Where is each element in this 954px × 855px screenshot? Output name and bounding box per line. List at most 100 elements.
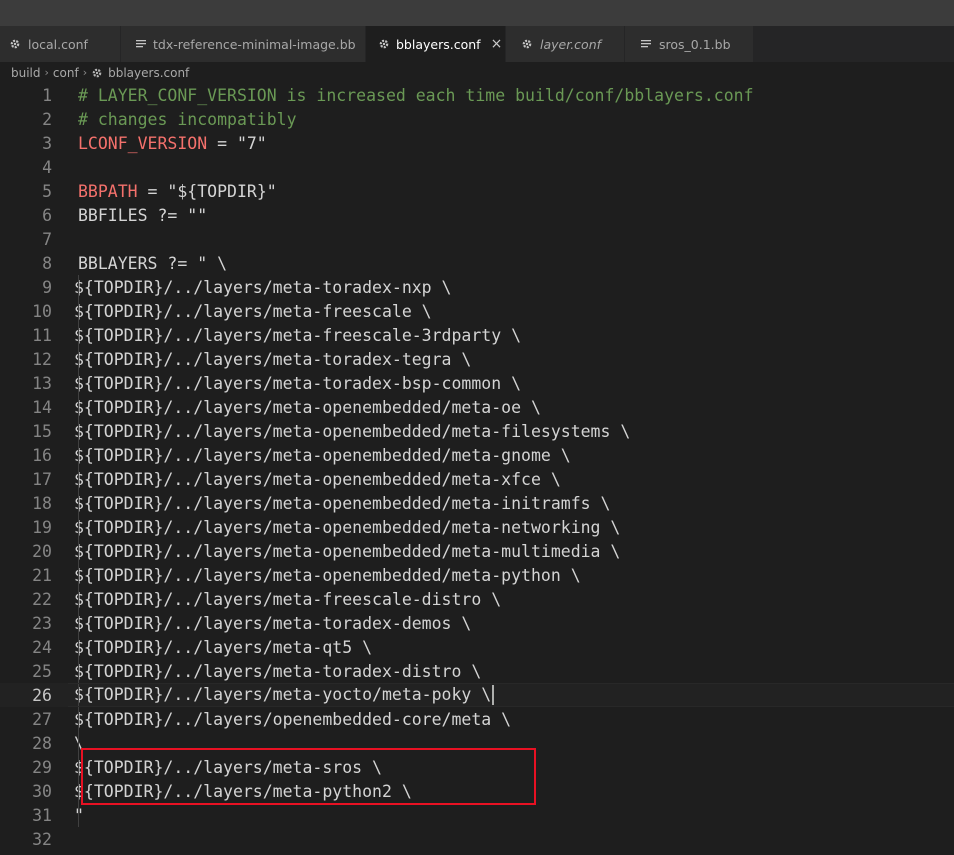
chevron-right-icon: › <box>44 66 49 79</box>
code-text: ${TOPDIR}/../layers/meta-openembedded/me… <box>74 470 561 489</box>
code-text: ${TOPDIR}/../layers/meta-openembedded/me… <box>74 518 620 537</box>
indent-guide <box>78 731 79 755</box>
breadcrumb-file[interactable]: bblayers.conf <box>108 66 189 80</box>
tab-label: bblayers.conf <box>396 36 481 52</box>
line-number: 21 <box>32 565 52 585</box>
code-line[interactable]: 9 ${TOPDIR}/../layers/meta-toradex-nxp \ <box>0 275 954 299</box>
code-text: ${TOPDIR}/../layers/meta-toradex-bsp-com… <box>74 374 521 393</box>
code-line[interactable]: 13 ${TOPDIR}/../layers/meta-toradex-bsp-c… <box>0 371 954 395</box>
breadcrumb-build[interactable]: build <box>11 66 41 80</box>
line-number: 5 <box>42 181 52 201</box>
line-number: 27 <box>32 709 52 729</box>
indent-guide <box>78 443 79 467</box>
code-line[interactable]: 6 BBFILES ?= "" <box>0 203 954 227</box>
tab-tdx-reference-minimal-image[interactable]: tdx-reference-minimal-image.bb <box>121 26 366 62</box>
lines-icon <box>639 37 653 51</box>
code-line[interactable]: 14 ${TOPDIR}/../layers/meta-openembedded/… <box>0 395 954 419</box>
code-line[interactable]: 4 <box>0 155 954 179</box>
text-cursor <box>492 685 495 706</box>
line-number: 15 <box>32 421 52 441</box>
tab-sros-bb[interactable]: sros_0.1.bb <box>625 26 754 62</box>
line-number: 20 <box>32 541 52 561</box>
line-number: 26 <box>32 685 52 705</box>
indent-guide <box>78 299 79 323</box>
code-line[interactable]: 25 ${TOPDIR}/../layers/meta-toradex-distr… <box>0 659 954 683</box>
code-line[interactable]: 32 <box>0 827 954 851</box>
code-line[interactable]: 27 ${TOPDIR}/../layers/openembedded-core/… <box>0 707 954 731</box>
breadcrumb-conf[interactable]: conf <box>53 66 79 80</box>
code-line[interactable]: 12 ${TOPDIR}/../layers/meta-toradex-tegra… <box>0 347 954 371</box>
gear-icon <box>8 37 22 51</box>
code-token: ${TOPDIR}/../layers/meta-openembedded/me… <box>74 493 611 513</box>
gear-icon <box>520 37 534 51</box>
code-line[interactable]: 22 ${TOPDIR}/../layers/meta-freescale-dis… <box>0 587 954 611</box>
code-text: ${TOPDIR}/../layers/meta-freescale-distr… <box>74 590 501 609</box>
indent-guide <box>78 323 79 347</box>
code-line[interactable]: 20 ${TOPDIR}/../layers/meta-openembedded/… <box>0 539 954 563</box>
code-line[interactable]: 1 # LAYER_CONF_VERSION is increased each … <box>0 83 954 107</box>
code-line[interactable]: 31" <box>0 803 954 827</box>
line-number: 13 <box>32 373 52 393</box>
line-number: 11 <box>32 325 52 345</box>
code-text: ${TOPDIR}/../layers/meta-openembedded/me… <box>74 566 581 585</box>
code-line[interactable]: 30 ${TOPDIR}/../layers/meta-python2 \ <box>0 779 954 803</box>
code-text: BBFILES ?= "" <box>78 206 207 225</box>
comment-text: # changes incompatibly <box>78 109 297 129</box>
code-text: ${TOPDIR}/../layers/meta-openembedded/me… <box>74 398 541 417</box>
gear-icon <box>91 67 103 79</box>
line-number: 18 <box>32 493 52 513</box>
code-line[interactable]: 28\ <box>0 731 954 755</box>
indent-guide <box>78 563 79 587</box>
indent-guide <box>78 683 79 707</box>
code-line[interactable]: 17 ${TOPDIR}/../layers/meta-openembedded/… <box>0 467 954 491</box>
indent-guide <box>78 779 79 803</box>
code-token: ${TOPDIR}/../layers/meta-openembedded/me… <box>74 541 621 561</box>
line-number: 29 <box>32 757 52 777</box>
code-editor[interactable]: 1 # LAYER_CONF_VERSION is increased each … <box>0 83 954 855</box>
line-number: 12 <box>32 349 52 369</box>
tab-layer-conf[interactable]: layer.conf <box>506 26 625 62</box>
code-token: ${TOPDIR}/../layers/meta-freescale-distr… <box>74 589 502 609</box>
tab-label: tdx-reference-minimal-image.bb <box>153 36 356 52</box>
code-token: ${TOPDIR}/../layers/meta-openembedded/me… <box>74 469 561 489</box>
code-text: LCONF_VERSION = "7" <box>78 134 267 153</box>
code-line[interactable]: 29 ${TOPDIR}/../layers/meta-sros \ <box>0 755 954 779</box>
indent-guide <box>78 419 79 443</box>
code-text: ${TOPDIR}/../layers/meta-freescale \ <box>74 302 432 321</box>
code-line[interactable]: 15 ${TOPDIR}/../layers/meta-openembedded/… <box>0 419 954 443</box>
code-line[interactable]: 2 # changes incompatibly <box>0 107 954 131</box>
code-line[interactable]: 19 ${TOPDIR}/../layers/meta-openembedded/… <box>0 515 954 539</box>
code-line[interactable]: 21 ${TOPDIR}/../layers/meta-openembedded/… <box>0 563 954 587</box>
line-number: 8 <box>42 253 52 273</box>
code-line[interactable]: 26 ${TOPDIR}/../layers/meta-yocto/meta-po… <box>0 683 954 707</box>
window-title-bar <box>0 0 954 26</box>
indent-guide <box>78 347 79 371</box>
lines-icon <box>135 37 147 51</box>
indent-guide <box>78 539 79 563</box>
close-icon[interactable]: × <box>491 36 503 52</box>
code-line[interactable]: 8 BBLAYERS ?= " \ <box>0 251 954 275</box>
line-number: 19 <box>32 517 52 537</box>
line-number: 2 <box>42 109 52 129</box>
code-text: ${TOPDIR}/../layers/meta-openembedded/me… <box>74 422 630 441</box>
code-token: ${TOPDIR}/../layers/openembedded-core/me… <box>74 709 512 729</box>
code-line[interactable]: 18 ${TOPDIR}/../layers/meta-openembedded/… <box>0 491 954 515</box>
code-line[interactable]: 24 ${TOPDIR}/../layers/meta-qt5 \ <box>0 635 954 659</box>
line-number: 31 <box>32 805 52 825</box>
code-line[interactable]: 11 ${TOPDIR}/../layers/meta-freescale-3rd… <box>0 323 954 347</box>
code-line[interactable]: 23 ${TOPDIR}/../layers/meta-toradex-demos… <box>0 611 954 635</box>
tab-bblayers-conf[interactable]: bblayers.conf × <box>366 26 506 62</box>
code-line[interactable]: 5 BBPATH = "${TOPDIR}" <box>0 179 954 203</box>
code-line[interactable]: 7 <box>0 227 954 251</box>
line-number: 25 <box>32 661 52 681</box>
indent-guide <box>78 515 79 539</box>
code-token: ${TOPDIR}/../layers/meta-sros \ <box>74 757 382 777</box>
code-token: ${TOPDIR}/../layers/meta-yocto/meta-poky… <box>74 684 492 704</box>
code-text: ${TOPDIR}/../layers/meta-qt5 \ <box>74 638 372 657</box>
code-line[interactable]: 3 LCONF_VERSION = "7" <box>0 131 954 155</box>
code-line[interactable]: 10 ${TOPDIR}/../layers/meta-freescale \ <box>0 299 954 323</box>
code-text: ${TOPDIR}/../layers/meta-openembedded/me… <box>74 494 610 513</box>
tab-local-conf[interactable]: local.conf <box>0 26 121 62</box>
code-line[interactable]: 16 ${TOPDIR}/../layers/meta-openembedded/… <box>0 443 954 467</box>
indent-guide <box>78 371 79 395</box>
